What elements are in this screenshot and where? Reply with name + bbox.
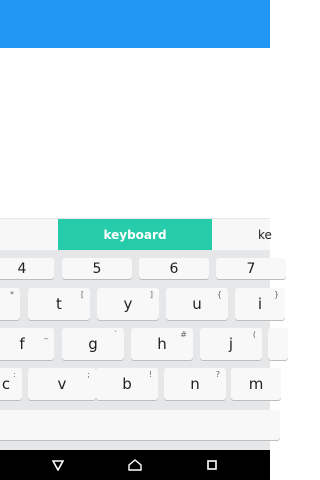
- key-label: n: [190, 375, 200, 393]
- back-triangle-icon: [52, 460, 64, 471]
- key-sublabel: ?: [215, 370, 220, 379]
- home-icon: [128, 459, 142, 471]
- content-area[interactable]: [0, 48, 270, 218]
- key-sublabel: {: [216, 290, 222, 299]
- suggestion-center[interactable]: keyboard: [58, 219, 212, 251]
- key-b[interactable]: ! b: [96, 368, 158, 400]
- key-sublabel: :: [13, 370, 16, 379]
- key-f[interactable]: _ f: [0, 328, 54, 360]
- key-i[interactable]: } i: [235, 288, 285, 320]
- key-5[interactable]: 5: [62, 258, 132, 279]
- key-u[interactable]: {u: [166, 288, 228, 320]
- key-sublabel: [: [80, 290, 84, 299]
- key-label: b: [122, 375, 132, 393]
- key-label: 6: [169, 260, 179, 277]
- key-label: u: [192, 295, 202, 313]
- key-c[interactable]: :c: [0, 368, 22, 400]
- key-4[interactable]: 4: [0, 258, 54, 279]
- key-sublabel: ]: [149, 290, 153, 299]
- key-sublabel: #: [180, 330, 187, 339]
- key-sublabel: _: [44, 330, 48, 339]
- key-v[interactable]: ; v: [28, 368, 96, 400]
- back-button[interactable]: [38, 450, 78, 480]
- recents-button[interactable]: [192, 450, 232, 480]
- key-label: 5: [92, 260, 102, 277]
- key-sublabel: (: [252, 330, 256, 339]
- key-7[interactable]: 7: [216, 258, 286, 279]
- key-g[interactable]: ` g: [62, 328, 124, 360]
- key-label: t: [56, 295, 62, 313]
- system-nav-bar: [0, 450, 270, 480]
- key-label: f: [19, 335, 25, 353]
- key-label: v: [57, 375, 67, 393]
- key-6[interactable]: 6: [139, 258, 209, 279]
- home-button[interactable]: [115, 450, 155, 480]
- key-label: c: [1, 375, 11, 393]
- key-label: y: [123, 295, 133, 313]
- key-label: 7: [246, 260, 256, 277]
- key-sublabel: }: [273, 290, 279, 299]
- key-sublabel: *: [10, 290, 14, 299]
- key-j[interactable]: (j: [200, 328, 262, 360]
- key-r1-0[interactable]: *: [0, 288, 20, 320]
- bottom-key-row[interactable]: [0, 410, 280, 440]
- key-h[interactable]: # h: [131, 328, 193, 360]
- key-sublabel: `: [114, 330, 118, 339]
- key-label: 4: [17, 260, 27, 277]
- soft-keyboard: 4 5 6 7 * [t ] y {u } i _ f ` g # h (j :c ; v …: [0, 250, 288, 450]
- suggestion-right[interactable]: ke: [258, 219, 298, 251]
- key-label: m: [248, 375, 264, 393]
- key-m[interactable]: m: [231, 368, 281, 400]
- key-label: i: [257, 295, 263, 313]
- suggestion-bar: keyboard ke: [0, 218, 272, 251]
- key-y[interactable]: ] y: [97, 288, 159, 320]
- key-label: j: [228, 335, 234, 353]
- key-k-partial[interactable]: [268, 328, 288, 360]
- key-sublabel: !: [148, 370, 152, 379]
- key-n[interactable]: ? n: [164, 368, 226, 400]
- key-sublabel: ;: [87, 370, 90, 379]
- key-label: h: [157, 335, 167, 353]
- key-t[interactable]: [t: [28, 288, 90, 320]
- app-bar: [0, 0, 270, 48]
- recents-square-icon: [207, 460, 217, 470]
- key-label: g: [88, 335, 98, 353]
